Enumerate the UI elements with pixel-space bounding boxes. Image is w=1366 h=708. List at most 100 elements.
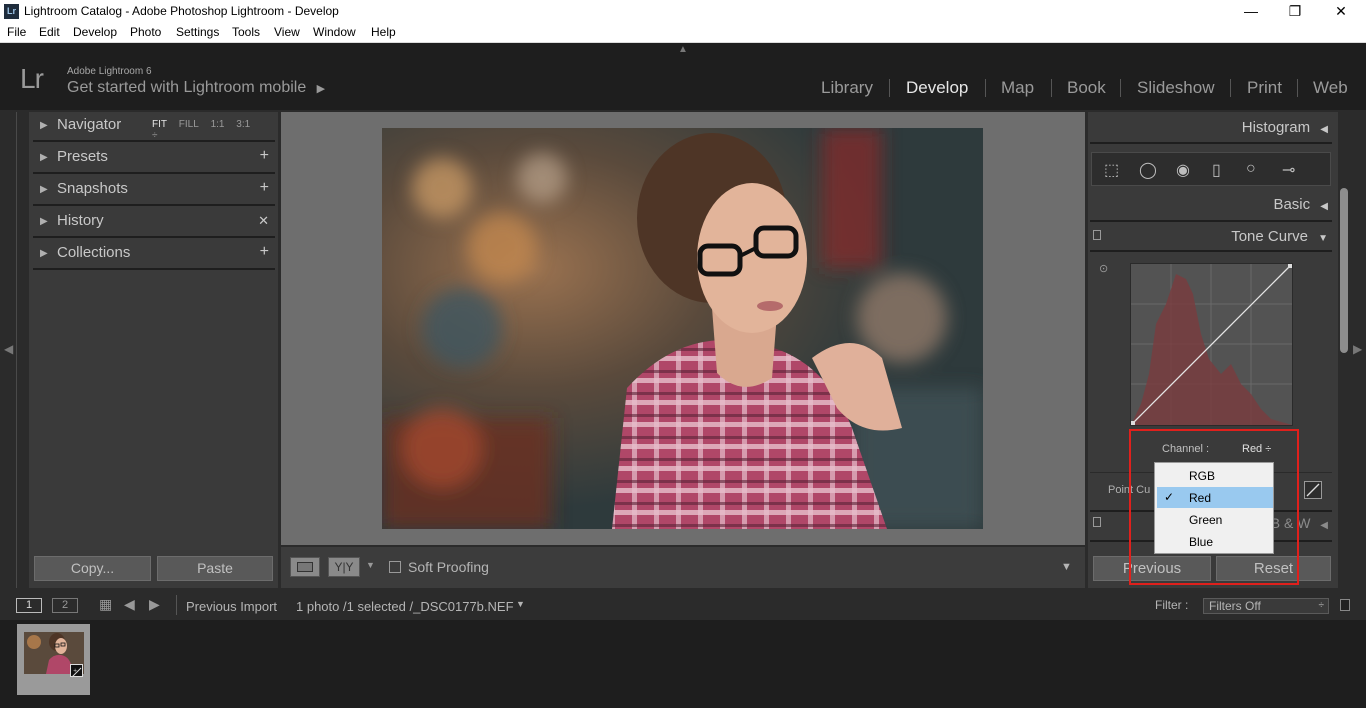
module-divider <box>985 79 986 97</box>
collections-panel-header[interactable]: ▶ Collections + <box>33 240 275 270</box>
basic-header[interactable]: Basic ◀ <box>1273 196 1328 213</box>
clear-history-icon[interactable]: ✕ <box>258 213 269 229</box>
source-dropdown-icon[interactable]: ▼ <box>516 599 525 609</box>
zoom-fit[interactable]: FIT <box>152 119 167 130</box>
presets-panel-header[interactable]: ▶ Presets + <box>33 144 275 174</box>
loupe-view <box>281 112 1085 545</box>
expand-triangle-icon: ▶ <box>40 184 48 195</box>
histogram-header[interactable]: Histogram ◀ <box>1242 119 1328 136</box>
curve-endpoint[interactable] <box>1131 421 1135 425</box>
add-collection-icon[interactable]: + <box>260 243 269 261</box>
top-panel-collapse-icon[interactable]: ▲ <box>678 44 688 55</box>
menu-help[interactable]: Help <box>371 25 396 39</box>
back-arrow-icon[interactable]: ◀ <box>124 596 135 613</box>
graduated-filter-icon[interactable]: ▯ <box>1212 160 1221 180</box>
toolbar-menu-icon[interactable]: ▼ <box>1061 561 1072 573</box>
copy-button[interactable]: Copy... <box>34 556 151 581</box>
right-panel-toggle-icon[interactable]: ▶ <box>1353 342 1362 356</box>
add-preset-icon[interactable]: + <box>260 147 269 165</box>
expand-triangle-icon: ▶ <box>40 152 48 163</box>
module-divider <box>1230 79 1231 97</box>
curve-endpoint[interactable] <box>1288 264 1292 268</box>
crop-tool-icon[interactable]: ⬚ <box>1104 160 1119 180</box>
point-curve-edit-button[interactable] <box>1304 481 1322 499</box>
soft-proofing-label: Soft Proofing <box>408 559 489 575</box>
menu-tools[interactable]: Tools <box>232 25 260 39</box>
spot-removal-tool-icon[interactable]: ◯ <box>1139 160 1157 180</box>
menu-photo[interactable]: Photo <box>130 25 161 39</box>
navigator-label: Navigator <box>57 116 122 133</box>
navigator-panel-header[interactable]: ▶ Navigator FIT FILL 1:1 3:1 ÷ <box>33 112 275 142</box>
module-divider <box>1297 79 1298 97</box>
radial-filter-icon[interactable]: ○ <box>1246 160 1256 178</box>
history-panel-header[interactable]: ▶ History ✕ <box>33 208 275 238</box>
module-book[interactable]: Book <box>1067 78 1106 98</box>
source-label[interactable]: Previous Import <box>186 599 277 614</box>
window-title-bar: Lr Lightroom Catalog - Adobe Photoshop L… <box>0 0 1366 23</box>
photo-count-info[interactable]: 1 photo /1 selected /_DSC0177b.NEF <box>296 599 514 614</box>
develop-badge-icon: + <box>70 664 83 678</box>
photo-preview[interactable] <box>382 128 983 529</box>
bw-toggle-switch[interactable] <box>1093 517 1101 527</box>
panel-divider <box>1090 250 1332 252</box>
curve-edit-icon <box>1306 483 1320 497</box>
collapse-triangle-icon: ◀ <box>1320 520 1328 531</box>
module-map[interactable]: Map <box>1001 78 1034 98</box>
minimize-button[interactable]: — <box>1228 0 1274 23</box>
main-window-button[interactable]: 1 <box>16 598 42 613</box>
zoom-fill[interactable]: FILL <box>179 119 199 130</box>
before-after-dropdown-icon[interactable]: ▼ <box>366 560 375 570</box>
lightroom-app-icon: Lr <box>4 4 19 19</box>
forward-arrow-icon[interactable]: ▶ <box>149 596 160 613</box>
filmstrip-toolbar: 1 2 ▦ ◀ ▶ Previous Import 1 photo /1 sel… <box>0 593 1366 618</box>
red-eye-tool-icon[interactable]: ◉ <box>1176 160 1190 180</box>
filmstrip-thumbnail[interactable]: + <box>17 624 90 695</box>
zoom-1-1[interactable]: 1:1 <box>211 119 225 130</box>
filter-select[interactable]: Filters Off ÷ <box>1203 598 1329 614</box>
tone-curve-graph[interactable] <box>1130 263 1293 426</box>
close-button[interactable]: ✕ <box>1318 0 1364 23</box>
play-arrow-icon: ▶ <box>316 83 326 95</box>
module-print[interactable]: Print <box>1247 78 1282 98</box>
module-library[interactable]: Library <box>821 78 873 98</box>
paste-button[interactable]: Paste <box>157 556 273 581</box>
menu-edit[interactable]: Edit <box>39 25 60 39</box>
before-after-button[interactable]: Y|Y <box>328 557 360 577</box>
identity-plate: ▲ Lr Adobe Lightroom 6 Get started with … <box>0 43 1366 110</box>
tone-curve-toggle-switch[interactable] <box>1093 230 1101 240</box>
filter-lock-icon[interactable] <box>1340 599 1350 611</box>
loupe-view-button[interactable] <box>290 557 320 577</box>
menu-view[interactable]: View <box>274 25 300 39</box>
grid-view-icon[interactable]: ▦ <box>99 596 112 613</box>
menu-settings[interactable]: Settings <box>176 25 219 39</box>
filter-label: Filter : <box>1155 598 1189 612</box>
targeted-adjustment-icon[interactable]: ⊙ <box>1099 262 1108 275</box>
restore-button[interactable]: ❐ <box>1272 0 1318 23</box>
menu-file[interactable]: File <box>7 25 26 39</box>
portrait-photo-image <box>382 128 983 529</box>
left-panel-toggle-icon[interactable]: ◀ <box>4 342 13 356</box>
adjustment-brush-icon[interactable]: ⊸ <box>1282 160 1295 180</box>
snapshots-panel-header[interactable]: ▶ Snapshots + <box>33 176 275 206</box>
tone-curve-svg <box>1131 264 1292 425</box>
menu-window[interactable]: Window <box>313 25 356 39</box>
filter-select-value: Filters Off <box>1209 599 1261 613</box>
develop-toolbar: Y|Y ▼ Soft Proofing ▼ <box>281 547 1085 588</box>
svg-text:+: + <box>73 668 77 674</box>
right-panel-scrollbar[interactable] <box>1340 188 1348 353</box>
secondary-window-button[interactable]: 2 <box>52 598 78 613</box>
add-snapshot-icon[interactable]: + <box>260 179 269 197</box>
mobile-promo-link[interactable]: Get started with Lightroom mobile ▶ <box>67 79 325 97</box>
menu-develop[interactable]: Develop <box>73 25 117 39</box>
module-slideshow[interactable]: Slideshow <box>1137 78 1215 98</box>
zoom-stepper-icon[interactable]: ÷ <box>152 130 158 141</box>
soft-proofing-checkbox[interactable] <box>389 561 401 573</box>
zoom-3-1[interactable]: 3:1 <box>236 119 250 130</box>
filmstrip: + <box>0 620 1366 708</box>
module-develop[interactable]: Develop <box>906 78 968 98</box>
collapse-triangle-icon: ◀ <box>1320 201 1328 212</box>
expand-triangle-icon: ▼ <box>1318 233 1328 244</box>
menu-bar: File Edit Develop Photo Settings Tools V… <box>0 23 1366 43</box>
tone-curve-header[interactable]: Tone Curve ▼ <box>1231 228 1328 245</box>
module-web[interactable]: Web <box>1313 78 1348 98</box>
